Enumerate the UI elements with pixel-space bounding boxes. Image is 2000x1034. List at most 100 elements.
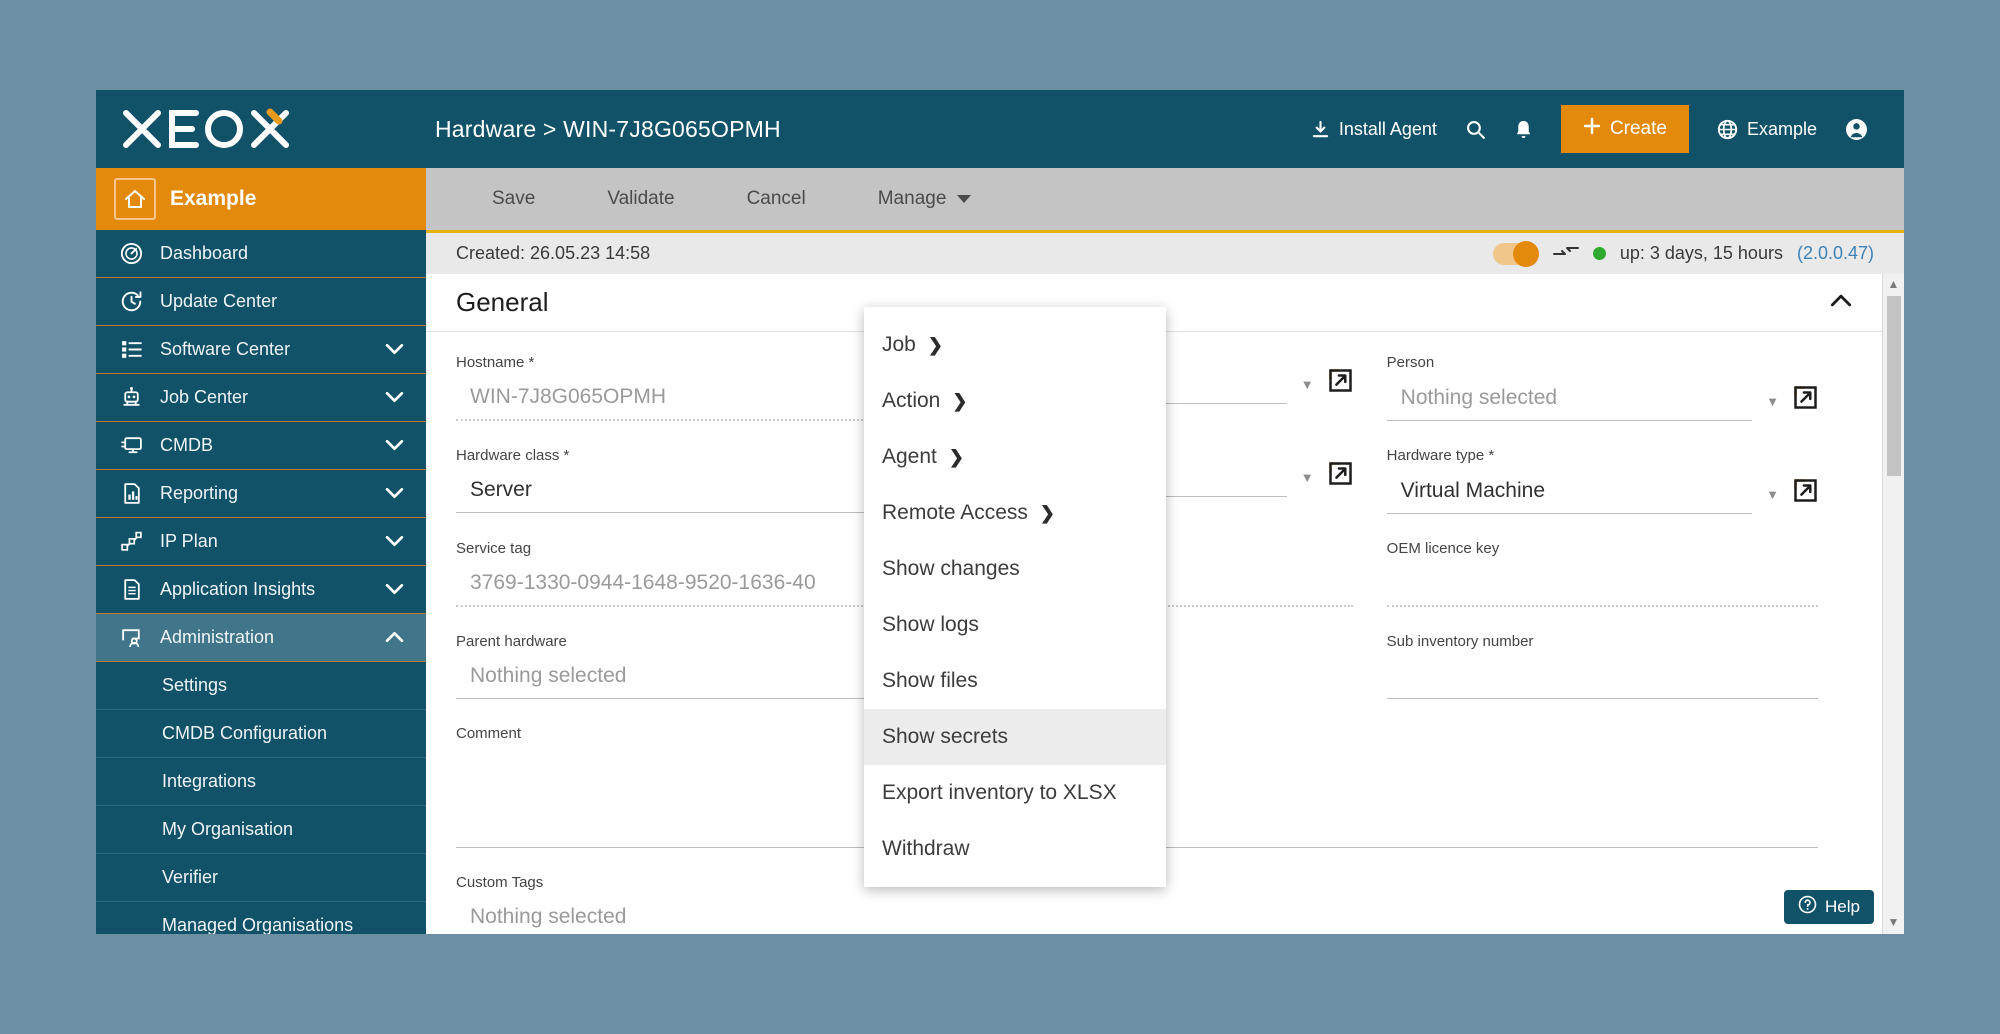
caret-down-icon[interactable]: ▼ (1766, 487, 1779, 514)
agent-enabled-toggle[interactable] (1492, 240, 1539, 267)
question-circle-icon (1798, 895, 1817, 919)
report-chart-icon (118, 482, 144, 505)
sidebar-subitem-settings[interactable]: Settings (96, 662, 426, 710)
chevron-down-icon (385, 579, 404, 600)
sidebar-subitem-verifier[interactable]: Verifier (96, 854, 426, 902)
caret-down-icon[interactable]: ▼ (1301, 470, 1314, 497)
sidebar-navigation: Example Dashboard Update Center Software… (96, 168, 426, 934)
chevron-right-icon: ❯ (1039, 502, 1055, 523)
menu-item-show-files[interactable]: Show files (864, 653, 1166, 709)
agent-version-link[interactable]: (2.0.0.47) (1797, 243, 1874, 264)
sidebar-item-software-center[interactable]: Software Center (96, 326, 426, 374)
save-label: Save (492, 188, 536, 209)
sidebar-item-update-center[interactable]: Update Center (96, 278, 426, 326)
network-nodes-icon (118, 530, 144, 553)
field-label: Hardware type * (1386, 447, 1495, 464)
validate-button[interactable]: Validate (571, 168, 710, 230)
caret-down-icon[interactable]: ▼ (1766, 394, 1779, 421)
sidebar-item-cmdb[interactable]: CMDB (96, 422, 426, 470)
robot-icon (118, 386, 144, 409)
sidebar-item-label: Reporting (160, 483, 239, 503)
parent-hardware-select[interactable]: Nothing selected (456, 664, 888, 699)
sidebar-org-header[interactable]: Example (96, 168, 426, 230)
hardware-class-select[interactable]: Server (456, 478, 888, 513)
sidebar-org-label: Example (170, 187, 257, 210)
menu-item-label: Remote Access (882, 501, 1028, 524)
caret-down-icon[interactable]: ▼ (1301, 377, 1314, 404)
sidebar-subitem-my-organisation[interactable]: My Organisation (96, 806, 426, 854)
field-service-tag: Service tag 3769-1330-0944-1648-9520-163… (456, 540, 921, 633)
organisation-switcher[interactable]: Example (1703, 90, 1831, 168)
sidebar-item-application-insights[interactable]: Application Insights (96, 566, 426, 614)
open-external-icon[interactable] (1328, 368, 1353, 404)
chevron-right-icon: ❯ (948, 446, 964, 467)
document-lines-icon (118, 578, 144, 601)
xeox-logo[interactable] (96, 105, 426, 153)
scrollbar-thumb[interactable] (1887, 296, 1901, 476)
manage-dropdown-button[interactable]: Manage (842, 168, 1008, 230)
scroll-up-arrow-icon[interactable]: ▲ (1888, 274, 1900, 294)
sidebar-item-label: Job Center (160, 387, 249, 407)
sidebar-subitem-managed-organisations[interactable]: Managed Organisations (96, 902, 426, 934)
help-label: Help (1825, 897, 1860, 916)
search-button[interactable] (1451, 90, 1500, 168)
menu-item-label: Show changes (882, 557, 1020, 580)
menu-item-show-logs[interactable]: Show logs (864, 597, 1166, 653)
open-external-icon[interactable] (1793, 385, 1818, 421)
open-external-icon[interactable] (1328, 461, 1353, 497)
menu-item-agent[interactable]: Agent ❯ (864, 429, 1166, 485)
hardware-type-select[interactable]: Virtual Machine (1386, 479, 1753, 514)
field-label: Sub inventory number (1386, 633, 1534, 650)
sidebar-item-label: Application Insights (160, 579, 316, 599)
content-scrollbar[interactable]: ▲ ▼ (1882, 274, 1904, 934)
connect-arrows-icon[interactable] (1552, 243, 1579, 264)
sidebar-item-job-center[interactable]: Job Center (96, 374, 426, 422)
monitor-icon (118, 434, 144, 457)
sidebar-item-administration[interactable]: Administration (96, 614, 426, 662)
sidebar-item-label: Software Center (160, 339, 291, 359)
menu-item-label: Export inventory to XLSX (882, 781, 1117, 804)
notifications-bell-icon (1514, 119, 1533, 140)
chevron-down-icon (385, 483, 404, 504)
clock-refresh-icon (118, 290, 144, 313)
menu-item-label: Show logs (882, 613, 979, 636)
sidebar-item-reporting[interactable]: Reporting (96, 470, 426, 518)
sidebar-item-label: Dashboard (160, 243, 249, 263)
custom-tags-select[interactable]: Nothing selected (456, 905, 1818, 934)
sidebar-subitem-label: My Organisation (162, 819, 294, 839)
caret-down-icon (957, 188, 972, 210)
chevron-up-icon[interactable] (1830, 294, 1852, 312)
sidebar-item-ip-plan[interactable]: IP Plan (96, 518, 426, 566)
account-button[interactable] (1831, 90, 1882, 168)
oem-licence-key-input[interactable] (1386, 571, 1818, 607)
service-tag-input[interactable]: 3769-1330-0944-1648-9520-1636-40 (456, 571, 888, 607)
sidebar-item-label: CMDB (160, 435, 213, 455)
install-agent-button[interactable]: Install Agent (1297, 90, 1451, 168)
cancel-label: Cancel (746, 188, 806, 209)
chevron-down-icon (385, 435, 404, 456)
cancel-button[interactable]: Cancel (711, 168, 842, 230)
sub-inventory-number-input[interactable] (1386, 664, 1818, 699)
notifications-button[interactable] (1500, 90, 1547, 168)
menu-item-export-inventory-xlsx[interactable]: Export inventory to XLSX (864, 765, 1166, 821)
top-header-bar: Hardware > WIN-7J8G065OPMH Install Agent (96, 90, 1904, 168)
person-select[interactable]: Nothing selected (1386, 386, 1753, 421)
menu-item-show-changes[interactable]: Show changes (864, 541, 1166, 597)
online-status-dot (1592, 247, 1606, 260)
sidebar-subitem-cmdb-configuration[interactable]: CMDB Configuration (96, 710, 426, 758)
sidebar-item-dashboard[interactable]: Dashboard (96, 230, 426, 278)
create-button[interactable]: Create (1560, 105, 1689, 153)
help-button[interactable]: Help (1784, 890, 1874, 924)
action-toolbar: Save Validate Cancel Manage (426, 168, 1904, 230)
hostname-input[interactable]: WIN-7J8G065OPMH (456, 385, 888, 421)
open-external-icon[interactable] (1793, 478, 1818, 514)
menu-item-job[interactable]: Job ❯ (864, 317, 1166, 373)
sidebar-subitem-integrations[interactable]: Integrations (96, 758, 426, 806)
menu-item-action[interactable]: Action ❯ (864, 373, 1166, 429)
chevron-down-icon (385, 387, 404, 408)
save-button[interactable]: Save (456, 168, 571, 230)
menu-item-withdraw[interactable]: Withdraw (864, 821, 1166, 877)
menu-item-show-secrets[interactable]: Show secrets (864, 709, 1166, 765)
scroll-down-arrow-icon[interactable]: ▼ (1888, 912, 1900, 932)
menu-item-remote-access[interactable]: Remote Access ❯ (864, 485, 1166, 541)
